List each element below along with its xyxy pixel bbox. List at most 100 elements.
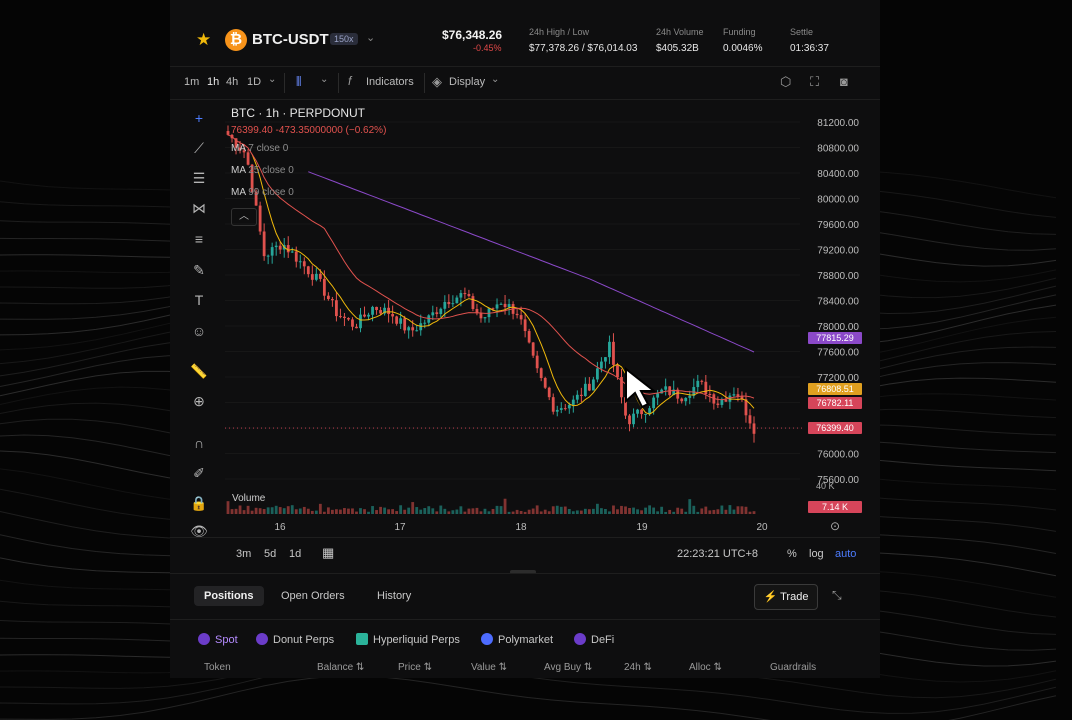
volume-bar [403, 509, 407, 514]
volume-bar [676, 507, 680, 514]
col-24h[interactable]: 24h ⇅ [624, 662, 652, 673]
volume-bar [282, 508, 286, 514]
volume-bar [620, 505, 623, 514]
subtab-polymarket[interactable]: Polymarket [481, 633, 553, 646]
subtab-donut-perps[interactable]: Donut Perps [256, 633, 334, 646]
volume-bar [652, 507, 656, 514]
x-axis-tick-label: 17 [394, 522, 406, 533]
volume-bar [491, 508, 495, 514]
trade-button[interactable]: ⚡ Trade [754, 584, 818, 610]
percent-toggle[interactable]: % [787, 548, 797, 560]
volume-bar [391, 509, 395, 514]
lightning-icon: ⚡ [763, 591, 778, 603]
volume-bar [347, 508, 350, 514]
volume-bar [587, 509, 591, 514]
auto-toggle[interactable]: auto [835, 548, 856, 560]
candle-body [318, 273, 322, 279]
subtab-defi[interactable]: DeFi [574, 633, 614, 646]
volume-bar [250, 510, 254, 514]
ma25-legend[interactable]: MA 25 close 0 [231, 165, 294, 176]
y-axis-tick-label: 80800.00 [817, 144, 859, 155]
volume-bar [339, 509, 342, 514]
candle-body [495, 304, 499, 309]
candle-body [752, 423, 756, 434]
volume-bar [479, 511, 483, 514]
volume-bar [708, 510, 712, 514]
candle-body [274, 245, 278, 248]
volume-bar [648, 505, 652, 514]
volume-bar [604, 508, 607, 514]
range-5d[interactable]: 5d [264, 548, 276, 560]
volume-bar [628, 507, 631, 514]
col-guardrails[interactable]: Guardrails [770, 662, 816, 673]
candle-body [435, 312, 439, 315]
volume-bar [700, 508, 704, 514]
y-axis-tick-label: 80400.00 [817, 169, 859, 180]
col-value[interactable]: Value ⇅ [471, 662, 507, 673]
candle-body [343, 316, 346, 319]
y-axis-tick-label: 81200.00 [817, 118, 859, 129]
ma99-legend[interactable]: MA 99 close 0 [231, 187, 294, 198]
price-tag-last: 76399.40 [808, 422, 862, 434]
volume-bar [447, 511, 451, 514]
subtab-spot[interactable]: Spot [198, 633, 238, 646]
collapse-panel-icon[interactable]: ⤡ [832, 588, 842, 603]
volume-bar [238, 505, 242, 514]
volume-bar [748, 511, 752, 514]
candle-body [579, 394, 583, 396]
collapse-legend-button[interactable]: ︿ [231, 208, 257, 226]
volume-bar [720, 505, 724, 514]
volume-bar [640, 510, 643, 514]
col-price[interactable]: Price ⇅ [398, 662, 432, 673]
range-3m[interactable]: 3m [236, 548, 251, 560]
candle-body [415, 330, 419, 332]
col-token[interactable]: Token [204, 662, 231, 673]
volume-bar [306, 508, 310, 514]
volume-bar [688, 499, 692, 514]
tab-positions[interactable]: Positions [194, 586, 264, 606]
volume-bar [692, 505, 696, 514]
tab-history[interactable]: History [377, 590, 411, 602]
candle-body [559, 408, 563, 410]
volume-bar [672, 511, 676, 514]
polymarket-icon [481, 633, 493, 645]
candle-body [608, 341, 611, 358]
calendar-icon[interactable]: ▦ [322, 545, 334, 561]
log-toggle[interactable]: log [809, 548, 824, 560]
volume-bar [407, 507, 411, 514]
candle-body [539, 368, 543, 379]
volume-bar [379, 506, 382, 514]
volume-bar [728, 505, 732, 514]
y-axis-tick-label: 79600.00 [817, 220, 859, 231]
candle-body [604, 357, 607, 362]
candle-body [680, 398, 684, 402]
subtab-hyperliquid-perps[interactable]: Hyperliquid Perps [356, 633, 460, 646]
ma7-legend[interactable]: MA 7 close 0 [231, 143, 288, 154]
volume-bar [752, 511, 756, 514]
price-tag-ma25: 76782.11 [808, 397, 862, 409]
volume-bar [463, 511, 467, 514]
col-avg-buy[interactable]: Avg Buy ⇅ [544, 662, 592, 673]
range-1d[interactable]: 1d [289, 548, 301, 560]
volume-bar [579, 510, 583, 514]
volume-bar [371, 506, 374, 514]
tab-open-orders[interactable]: Open Orders [281, 590, 345, 602]
volume-bar [567, 508, 571, 514]
volume-tag: 7.14 K [808, 501, 862, 513]
chart-settings-icon[interactable]: ⊙ [830, 519, 840, 533]
candle-body [439, 308, 443, 315]
col-balance[interactable]: Balance ⇅ [317, 662, 364, 673]
col-alloc[interactable]: Alloc ⇅ [689, 662, 722, 673]
candle-body [684, 397, 688, 402]
volume-bar [359, 508, 362, 514]
candle-body [451, 303, 455, 305]
volume-bar [387, 509, 391, 514]
price-chart[interactable]: 81200.00 80800.00 80400.00 80000.00 79600.00… [170, 0, 880, 678]
candle-body [363, 314, 366, 317]
x-axis-tick-label: 20 [756, 522, 768, 533]
candle-body [339, 316, 342, 318]
volume-bar [600, 508, 603, 514]
candle-body [419, 323, 423, 331]
candle-body [628, 415, 631, 425]
candle-body [226, 131, 230, 135]
